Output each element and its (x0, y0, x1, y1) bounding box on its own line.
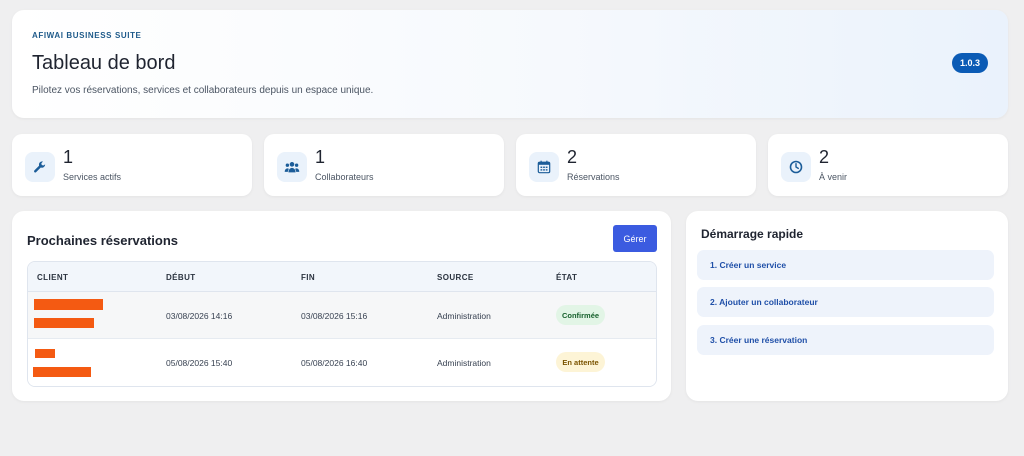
column-header-start: DÉBUT (166, 273, 196, 282)
stat-label: Services actifs (63, 172, 122, 182)
stat-card-collaborators: 1 Collaborateurs (264, 134, 504, 196)
stat-label: Réservations (567, 172, 620, 182)
clock-icon (781, 152, 811, 182)
stat-value: 2 (567, 147, 578, 167)
stat-label: Collaborateurs (315, 172, 374, 182)
stat-value: 2 (819, 147, 830, 167)
redacted-client-contact (34, 318, 94, 328)
people-icon (277, 152, 307, 182)
calendar-icon (529, 152, 559, 182)
source-cell: Administration (437, 358, 491, 368)
quick-start-create-service[interactable]: 1. Créer un service (697, 250, 994, 280)
redacted-client-contact (33, 367, 91, 377)
end-cell: 03/08/2026 15:16 (301, 311, 368, 321)
page-subtitle: Pilotez vos réservations, services et co… (32, 85, 374, 96)
manage-button[interactable]: Gérer (613, 225, 657, 252)
table-row[interactable]: 03/08/2026 14:16 03/08/2026 15:16 Admini… (28, 292, 656, 339)
panel-title: Démarrage rapide (701, 227, 804, 241)
stat-card-upcoming: 2 À venir (768, 134, 1008, 196)
quick-start-panel: Démarrage rapide 1. Créer un service 2. … (686, 211, 1008, 401)
column-header-source: SOURCE (437, 273, 474, 282)
status-badge: Confirmée (556, 305, 605, 325)
status-badge: En attente (556, 352, 605, 372)
upcoming-reservations-panel: Prochaines réservations Gérer CLIENT DÉB… (12, 211, 671, 401)
wrench-icon (25, 152, 55, 182)
page-title: Tableau de bord (32, 52, 176, 74)
reservations-table: CLIENT DÉBUT FIN SOURCE ÉTAT 03/08/2026 … (27, 261, 657, 387)
suite-name: AFIWAI BUSINESS SUITE (32, 31, 142, 40)
stat-value: 1 (315, 147, 326, 167)
start-cell: 03/08/2026 14:16 (166, 311, 233, 321)
source-cell: Administration (437, 311, 491, 321)
table-header: CLIENT DÉBUT FIN SOURCE ÉTAT (28, 262, 656, 292)
table-row[interactable]: 05/08/2026 15:40 05/08/2026 16:40 Admini… (28, 340, 656, 386)
quick-start-add-collaborator[interactable]: 2. Ajouter un collaborateur (697, 287, 994, 317)
column-header-client: CLIENT (37, 273, 69, 282)
redacted-client-name (35, 349, 55, 358)
stat-card-reservations: 2 Réservations (516, 134, 756, 196)
end-cell: 05/08/2026 16:40 (301, 358, 368, 368)
column-header-end: FIN (301, 273, 316, 282)
dashboard-header: AFIWAI BUSINESS SUITE Tableau de bord Pi… (12, 10, 1008, 118)
start-cell: 05/08/2026 15:40 (166, 358, 233, 368)
quick-start-create-reservation[interactable]: 3. Créer une réservation (697, 325, 994, 355)
stat-label: À venir (819, 172, 848, 182)
version-badge: 1.0.3 (952, 53, 988, 73)
stat-card-services: 1 Services actifs (12, 134, 252, 196)
panel-title: Prochaines réservations (27, 233, 179, 248)
stat-value: 1 (63, 147, 74, 167)
redacted-client-name (34, 299, 103, 310)
column-header-status: ÉTAT (556, 273, 578, 282)
